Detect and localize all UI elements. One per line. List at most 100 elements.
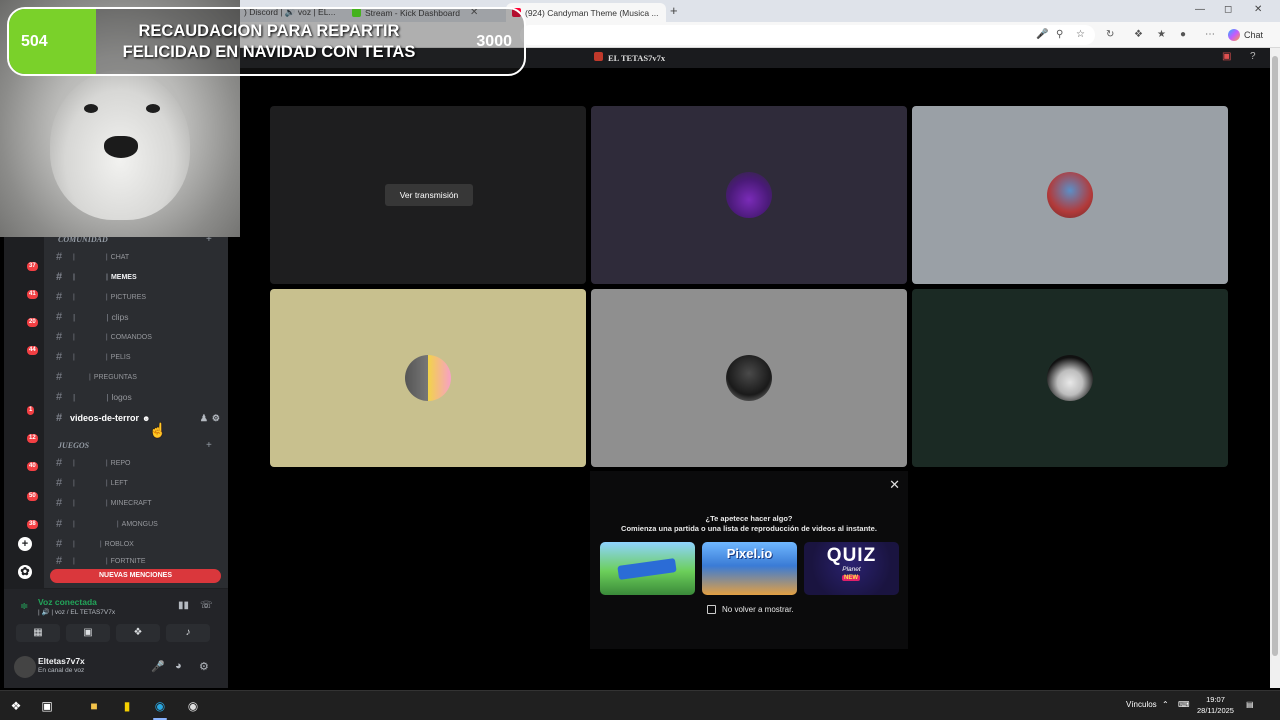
- disconnect-icon[interactable]: ☏: [200, 600, 213, 611]
- hash-icon: #: [56, 291, 63, 303]
- channel-label: LEFT: [110, 479, 128, 487]
- channel-videos-de-terror[interactable]: # videos-de-terror ☻ ♟ ⚙: [56, 409, 224, 427]
- hand-cursor-icon: ☝: [149, 422, 167, 438]
- scrollbar-thumb[interactable]: [1272, 56, 1278, 656]
- close-window-icon[interactable]: ✕: [1254, 4, 1262, 15]
- minimize-icon[interactable]: —: [1195, 4, 1205, 15]
- mention-badge: 50: [26, 491, 39, 502]
- category-juegos[interactable]: JUEGOS: [58, 441, 89, 450]
- game-title: QUIZ: [826, 545, 877, 566]
- maximize-icon[interactable]: ◻: [1224, 4, 1232, 15]
- more-menu-icon[interactable]: ⋯: [1205, 29, 1215, 40]
- watch-stream-button[interactable]: Ver transmisión: [385, 184, 473, 206]
- soundboard-button[interactable]: ♪: [166, 624, 210, 642]
- hash-icon: #: [56, 371, 63, 383]
- favorite-star-icon[interactable]: ☆: [1076, 29, 1085, 40]
- page-scrollbar[interactable]: [1270, 48, 1280, 688]
- keyboard-icon[interactable]: ⌨: [1178, 700, 1190, 709]
- channel-chat[interactable]: # | | CHAT: [56, 248, 224, 266]
- channel-preguntas[interactable]: # | PREGUNTAS: [56, 368, 224, 386]
- dont-show-again[interactable]: No volver a mostrar.: [707, 605, 794, 614]
- help-icon[interactable]: ?: [1250, 51, 1256, 62]
- new-mentions-button[interactable]: NUEVAS MENCIONES: [50, 569, 221, 583]
- headphones-icon[interactable]: ◕: [175, 660, 182, 672]
- windows-start-icon[interactable]: ❖: [6, 696, 26, 716]
- create-channel-icon[interactable]: +: [206, 440, 212, 451]
- channel-minecraft[interactable]: # | | MINECRAFT: [56, 494, 224, 512]
- voice-status-title[interactable]: Voz conectada: [38, 597, 97, 607]
- voice-channel-path[interactable]: | 🔊 | voz / EL TETAS7V7x: [38, 608, 115, 616]
- participant-tile[interactable]: [270, 289, 586, 467]
- checkbox[interactable]: [707, 605, 716, 614]
- camera-off-button[interactable]: ▦: [16, 624, 60, 642]
- channel-roblox[interactable]: # | | ROBLOX: [56, 535, 224, 553]
- clock[interactable]: 19:07 28/11/2025: [1197, 694, 1234, 716]
- participant-tile[interactable]: [591, 289, 907, 467]
- channel-repo[interactable]: # | | REPO: [56, 454, 224, 472]
- add-server-icon[interactable]: +: [18, 537, 32, 551]
- task-view-icon[interactable]: ▣: [37, 696, 57, 716]
- edge-browser-icon[interactable]: ◉: [150, 696, 170, 716]
- channel-emoji-icon: [92, 333, 103, 342]
- discover-icon[interactable]: ✿: [18, 565, 32, 579]
- noise-suppression-icon[interactable]: ▮▮: [178, 600, 189, 611]
- channel-fortnite[interactable]: # | | FORTNITE: [56, 555, 224, 567]
- participant-tile[interactable]: [912, 106, 1228, 284]
- user-panel: Eltetas7v7x En canal de voz 🎤 ◕ ⚙: [4, 648, 228, 688]
- microphone-icon[interactable]: 🎤: [1036, 29, 1048, 40]
- tab-youtube[interactable]: (924) Candyman Theme (Musica ... ✕: [506, 3, 666, 22]
- channel-pelis[interactable]: # | | PELIS: [56, 348, 224, 366]
- links-toolbar[interactable]: Vínculos: [1126, 700, 1157, 709]
- clock-time: 19:07: [1206, 695, 1225, 704]
- channel-comandos[interactable]: # | | COMANDOS: [56, 328, 224, 346]
- hash-icon: #: [56, 351, 63, 363]
- channel-emoji-icon: [92, 479, 103, 488]
- sticky-notes-icon[interactable]: ▮: [117, 696, 137, 716]
- extensions-icon[interactable]: ❖: [1134, 29, 1143, 40]
- channel-emoji-icon: [92, 499, 103, 508]
- favorites-icon[interactable]: ★: [1157, 29, 1166, 40]
- file-explorer-icon[interactable]: ■: [84, 696, 104, 716]
- server-icon[interactable]: [12, 417, 36, 431]
- signal-icon[interactable]: ≑: [20, 601, 28, 612]
- username[interactable]: Eltetas7v7x: [38, 656, 85, 666]
- channel-memes[interactable]: # | | MEMES: [56, 268, 224, 286]
- inbox-icon[interactable]: ▣: [1222, 51, 1231, 62]
- hash-icon: #: [56, 457, 63, 469]
- avatar: [1047, 172, 1093, 218]
- zoom-icon[interactable]: ⚲: [1056, 29, 1063, 40]
- stream-tile[interactable]: Ver transmisión: [270, 106, 586, 284]
- obs-icon[interactable]: ◉: [183, 696, 203, 716]
- activity-prompt: ✕ ¿Te apetece hacer algo? Comienza una p…: [590, 471, 908, 649]
- channel-settings-icon[interactable]: ⚙: [212, 413, 220, 424]
- activity-card-quiz[interactable]: QUIZ Planet NEW: [804, 542, 899, 595]
- channel-pictures[interactable]: # | | PICTURES: [56, 288, 224, 306]
- avatar[interactable]: [14, 656, 36, 678]
- participant-tile[interactable]: [591, 106, 907, 284]
- channel-logos[interactable]: # | | logos: [56, 388, 224, 406]
- invite-icon[interactable]: ♟: [200, 413, 208, 424]
- chevron-up-icon[interactable]: ⌃: [1162, 700, 1169, 709]
- close-icon[interactable]: ✕: [889, 477, 900, 493]
- profile-icon[interactable]: ●: [1180, 29, 1186, 40]
- hash-icon: #: [56, 555, 63, 567]
- participant-tile[interactable]: [912, 289, 1228, 467]
- copilot-chat-button[interactable]: Chat: [1228, 29, 1263, 41]
- refresh-icon[interactable]: ↻: [1106, 29, 1114, 40]
- microphone-icon[interactable]: 🎤: [151, 660, 165, 673]
- activities-button[interactable]: ❖: [116, 624, 160, 642]
- channel-clips[interactable]: # | | clips: [56, 308, 224, 326]
- server-icon[interactable]: [12, 359, 36, 383]
- activity-card-pixelio[interactable]: Pixel.io: [702, 542, 797, 595]
- user-settings-icon[interactable]: ⚙: [199, 660, 209, 673]
- activity-card-1[interactable]: [600, 542, 695, 595]
- address-bar[interactable]: [520, 25, 1095, 45]
- channel-label: PELIS: [110, 353, 131, 361]
- channel-amongus[interactable]: # | | AMONGUS: [56, 515, 224, 533]
- screen-share-button[interactable]: ▣: [66, 624, 110, 642]
- new-tab-button[interactable]: +: [670, 3, 678, 18]
- notifications-icon[interactable]: ▤: [1246, 700, 1254, 709]
- goal-title: RECAUDACION PARA REPARTIR FELICIDAD EN N…: [122, 22, 416, 61]
- channel-left[interactable]: # | | LEFT: [56, 474, 224, 492]
- channel-label: videos-de-terror: [70, 413, 140, 423]
